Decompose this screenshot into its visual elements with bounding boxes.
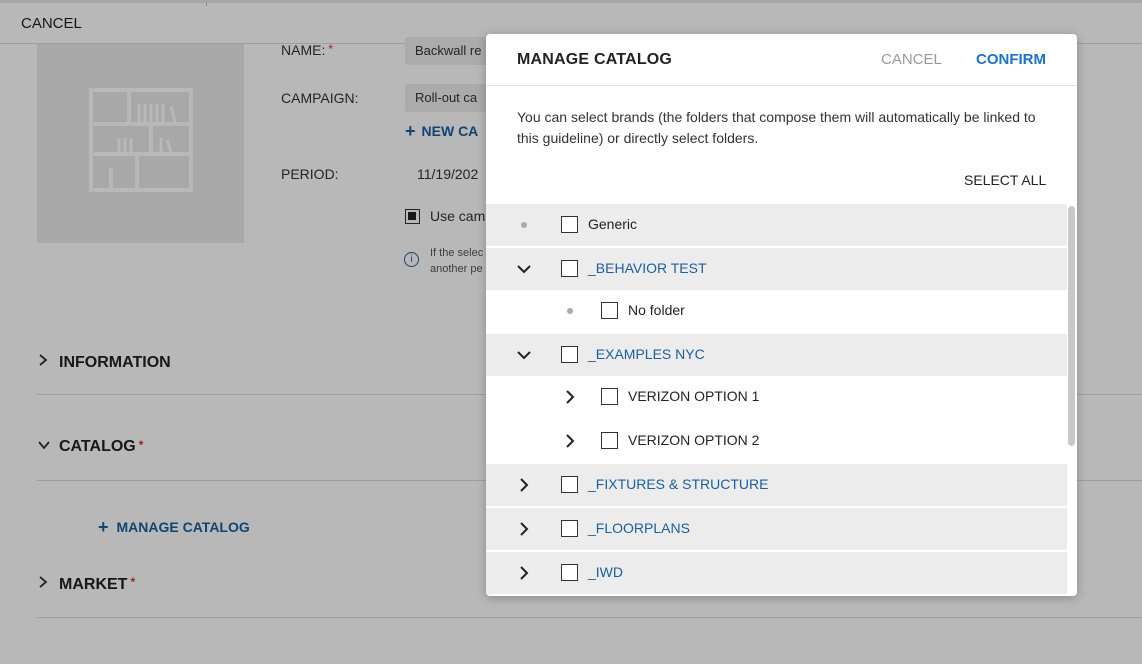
item-label: VERIZON OPTION 1 [628, 388, 760, 404]
dialog-confirm-button[interactable]: CONFIRM [976, 51, 1046, 68]
item-checkbox[interactable] [561, 216, 578, 233]
item-label: _IWD [588, 564, 623, 580]
select-all-button[interactable]: SELECT ALL [964, 172, 1046, 188]
catalog-brand-row[interactable]: _BEHAVIOR TEST [486, 248, 1067, 290]
item-label: _FLOORPLANS [588, 520, 690, 536]
scrollbar-thumb[interactable] [1068, 206, 1075, 446]
item-label: VERIZON OPTION 2 [628, 432, 760, 448]
dialog-title: MANAGE CATALOG [517, 51, 673, 68]
item-label: _EXAMPLES NYC [588, 346, 705, 362]
bullet-icon [521, 222, 527, 228]
item-checkbox[interactable] [601, 302, 618, 319]
catalog-scrollbar[interactable] [1068, 204, 1075, 596]
item-checkbox[interactable] [601, 432, 618, 449]
item-label: Generic [588, 216, 638, 232]
item-label: No folder [628, 302, 685, 318]
catalog-brand-row[interactable]: _FLOORPLANS [486, 508, 1067, 550]
item-label: _BEHAVIOR TEST [588, 260, 707, 276]
item-checkbox[interactable] [561, 564, 578, 581]
catalog-brand-row[interactable]: _EXAMPLES NYC [486, 334, 1067, 376]
catalog-tree: Generic _BEHAVIOR TEST No folder _EXAMPLES … [486, 204, 1067, 596]
chevron-down-icon[interactable] [515, 260, 533, 278]
chevron-right-icon[interactable] [561, 432, 579, 450]
dialog-description: You can select brands (the folders that … [517, 109, 1036, 146]
bullet-icon [567, 308, 573, 314]
item-checkbox[interactable] [561, 346, 578, 363]
catalog-folder-row[interactable]: VERIZON OPTION 1 [486, 376, 1067, 418]
item-checkbox[interactable] [561, 520, 578, 537]
chevron-right-icon[interactable] [515, 564, 533, 582]
manage-catalog-dialog: MANAGE CATALOG CANCEL CONFIRM You can se… [486, 34, 1077, 596]
chevron-right-icon[interactable] [515, 520, 533, 538]
item-label: _FIXTURES & STRUCTURE [588, 476, 769, 492]
chevron-down-icon[interactable] [515, 346, 533, 364]
chevron-right-icon[interactable] [515, 476, 533, 494]
item-checkbox[interactable] [601, 388, 618, 405]
item-checkbox[interactable] [561, 476, 578, 493]
catalog-brand-row[interactable]: Generic [486, 204, 1067, 246]
item-checkbox[interactable] [561, 260, 578, 277]
dialog-cancel-button[interactable]: CANCEL [881, 51, 942, 68]
catalog-brand-row[interactable]: _FIXTURES & STRUCTURE [486, 464, 1067, 506]
chevron-right-icon[interactable] [561, 388, 579, 406]
dialog-header: MANAGE CATALOG CANCEL CONFIRM [486, 34, 1077, 86]
catalog-folder-row[interactable]: No folder [486, 290, 1067, 332]
catalog-brand-row[interactable]: _IWD [486, 552, 1067, 594]
catalog-folder-row[interactable]: VERIZON OPTION 2 [486, 420, 1067, 462]
